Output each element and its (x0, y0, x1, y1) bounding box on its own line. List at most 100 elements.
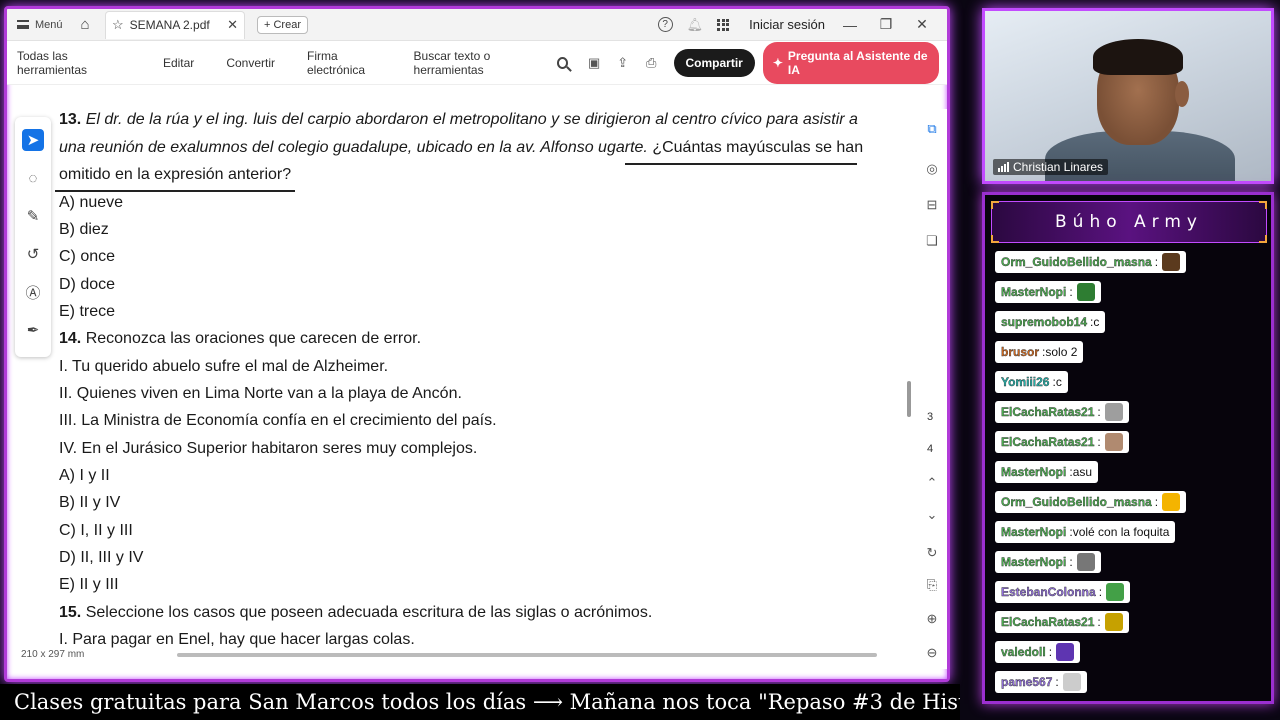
chat-emote-icon (1076, 283, 1095, 301)
chat-username[interactable]: EstebanColonna (1001, 585, 1096, 599)
presenter-hair (1093, 39, 1183, 75)
zoom-in-icon[interactable]: ⊕ (922, 609, 942, 629)
share-button[interactable]: Compartir (673, 48, 755, 77)
create-button[interactable]: + Crear (257, 15, 308, 34)
chat-username[interactable]: ElCachaRatas21 (1001, 615, 1095, 629)
highlight-pen-icon[interactable]: ✎ (22, 205, 44, 227)
q13-line2: una reunión de exalumnos del colegio gua… (59, 139, 863, 157)
chat-username[interactable]: ElCachaRatas21 (1001, 405, 1095, 419)
q15-text: Seleccione los casos que poseen adecuada… (85, 604, 653, 621)
bell-icon[interactable]: 🔔︎ (687, 17, 704, 33)
corner-accent (1259, 201, 1267, 209)
text-box-icon[interactable]: Ⓐ (22, 281, 44, 303)
chat-emote-icon (1056, 643, 1075, 661)
minimize-icon[interactable]: — (839, 17, 861, 33)
refresh-icon[interactable]: ↻ (922, 543, 942, 563)
q13-option: E) trece (59, 303, 116, 320)
q14-option: C) I, II y III (59, 522, 133, 539)
tool-convert[interactable]: Convertir (226, 56, 275, 70)
chat-username[interactable]: Yomiii26 (1001, 375, 1050, 389)
chevron-up-icon[interactable]: ⌃ (922, 473, 942, 493)
chat-username[interactable]: Orm_GuidoBellido_masna (1001, 255, 1152, 269)
chat-username[interactable]: pame567 (1001, 675, 1053, 689)
chat-message: MasterNopi: (995, 281, 1101, 303)
q14-item: II. Quienes viven en Lima Norte van a la… (59, 385, 462, 402)
q13-text1: El dr. de la rúa y el ing. luis del carp… (85, 111, 858, 128)
q13-text2a: una reunión de exalumnos del colegio gua… (59, 139, 648, 156)
tab-title: SEMANA 2.pdf (129, 18, 210, 32)
apps-grid-icon[interactable] (717, 18, 730, 31)
menu-button[interactable]: Menú (7, 19, 67, 31)
home-icon[interactable]: ⌂ (77, 16, 93, 33)
chat-message: MasterNopi: (995, 551, 1101, 573)
chat-separator: : (1154, 255, 1159, 269)
chat-username[interactable]: MasterNopi (1001, 285, 1067, 299)
presenter-ear (1175, 81, 1189, 107)
chevron-down-icon[interactable]: ⌄ (922, 505, 942, 525)
ai-panel-icon[interactable]: ⧉ (922, 119, 942, 139)
chat-text: asu (1072, 465, 1093, 479)
document-tab[interactable]: ☆ SEMANA 2.pdf ✕ (105, 10, 245, 39)
sign-in-link[interactable]: Iniciar sesión (749, 17, 825, 32)
horizontal-scrollbar[interactable] (177, 653, 877, 657)
chat-username[interactable]: MasterNopi (1001, 465, 1067, 479)
tool-all-tools[interactable]: Todas las herramientas (17, 49, 131, 77)
comment-icon[interactable]: ◌ (22, 167, 44, 189)
chat-emote-icon (1162, 253, 1181, 271)
file-export-icon[interactable]: ⎘ (922, 575, 942, 595)
chat-username[interactable]: MasterNopi (1001, 525, 1067, 539)
select-cursor-icon[interactable]: ➤ (22, 129, 44, 151)
chat-text: c (1055, 375, 1062, 389)
ai-label: Pregunta al Asistente de IA (787, 48, 928, 77)
q13-number: 13. (59, 111, 82, 128)
comments-icon[interactable]: ◎ (922, 159, 942, 179)
chat-header: Búho Army (991, 201, 1267, 243)
tool-edit[interactable]: Editar (163, 56, 194, 70)
page-number[interactable]: 4 (927, 443, 933, 455)
restore-icon[interactable]: ❐ (875, 16, 897, 33)
page-number[interactable]: 3 (927, 411, 933, 423)
tool-search[interactable]: Buscar texto o herramientas (414, 49, 568, 77)
chat-username[interactable]: MasterNopi (1001, 555, 1067, 569)
presenter-name-tag: Christian Linares (993, 159, 1109, 175)
left-tool-rail: ➤ ◌ ✎ ↺ Ⓐ ✒ (15, 117, 51, 357)
chat-separator: : (1098, 585, 1103, 599)
star-icon[interactable]: ☆ (112, 17, 124, 33)
chat-text: solo 2 (1045, 345, 1078, 359)
chat-username[interactable]: valedoll (1001, 645, 1046, 659)
chat-separator: : (1097, 405, 1101, 419)
chat-message: Orm_GuidoBellido_masna: (995, 491, 1187, 513)
ticker-text: Clases gratuitas para San Marcos todos l… (14, 690, 960, 714)
chat-message: pame567: (995, 671, 1087, 693)
q13-line1: 13. El dr. de la rúa y el ing. luis del … (59, 111, 858, 129)
chat-username[interactable]: brusor (1001, 345, 1039, 359)
q13-text3: omitido en la expresión anterior? (59, 166, 292, 183)
chat-username[interactable]: supremobob14 (1001, 315, 1087, 329)
chat-emote-icon (1106, 583, 1125, 601)
chat-separator: : (1069, 555, 1073, 569)
chat-text: c (1093, 315, 1100, 329)
pages-icon[interactable]: ❏ (922, 231, 942, 251)
q13-option: D) doce (59, 276, 116, 293)
underline-mark (625, 163, 857, 165)
ai-assistant-button[interactable]: ✦ Pregunta al Asistente de IA (762, 41, 939, 84)
chat-message: MasterNopi: asu (995, 461, 1099, 483)
chat-username[interactable]: ElCachaRatas21 (1001, 435, 1095, 449)
title-bar: Menú ⌂ ☆ SEMANA 2.pdf ✕ + Crear ? 🔔︎ Ini… (7, 9, 947, 41)
help-icon[interactable]: ? (657, 17, 673, 32)
tool-esign[interactable]: Firma electrónica (307, 49, 392, 77)
bookmark-icon[interactable]: ⊟ (922, 195, 942, 215)
chat-message: Orm_GuidoBellido_masna: (995, 251, 1187, 273)
close-tab-icon[interactable]: ✕ (227, 17, 238, 33)
signal-bars-icon (998, 162, 1009, 172)
sign-icon[interactable]: ✒ (22, 319, 44, 341)
zoom-out-icon[interactable]: ⊖ (922, 643, 942, 663)
print-icon[interactable]: ⎙ (643, 54, 660, 72)
upload-icon[interactable]: ⇪ (614, 54, 631, 72)
save-icon[interactable]: ▣ (586, 54, 603, 72)
chat-username[interactable]: Orm_GuidoBellido_masna (1001, 495, 1152, 509)
corner-accent (991, 201, 999, 209)
close-window-icon[interactable]: ✕ (911, 16, 933, 33)
vertical-scrollbar[interactable] (907, 381, 911, 417)
draw-icon[interactable]: ↺ (22, 243, 44, 265)
